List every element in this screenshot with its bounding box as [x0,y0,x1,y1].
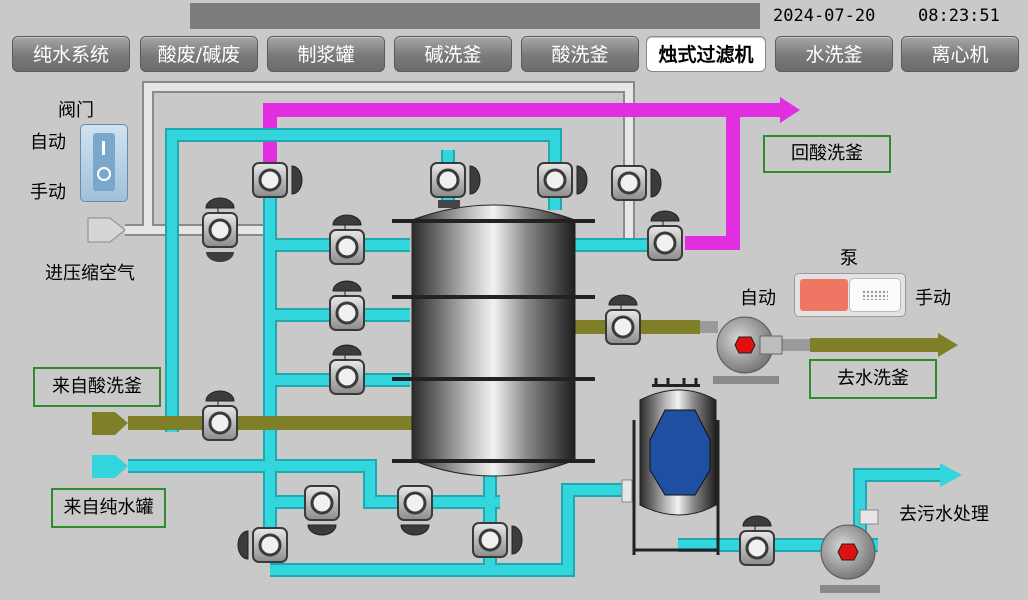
valve-1[interactable] [202,197,238,262]
valve-4[interactable] [537,162,588,198]
transfer-pump [713,316,783,384]
valve-10[interactable] [202,390,238,441]
air-inlet-arrow [87,217,126,243]
from-acid-wash-label: 来自酸洗釜 [33,367,161,407]
valve-13[interactable] [397,485,433,536]
bag-filter [621,378,720,555]
to-water-wash-label: 去水洗釜 [809,359,937,399]
candle-filter-tank [392,200,595,477]
return-acid-wash-label: 回酸洗釜 [763,135,891,173]
valve-5[interactable] [611,165,662,201]
valve-6[interactable] [329,214,365,265]
valve-12[interactable] [304,485,340,536]
valve-11[interactable] [605,294,641,345]
valve-15[interactable] [237,527,288,563]
pump-title: 泵 [840,248,858,269]
acid-wash-inlet-arrow [92,412,128,435]
valve-7[interactable] [329,280,365,331]
pump-toggle-indicator [800,279,848,311]
toggle-indicator [93,133,115,191]
pump-toggle-knob [849,278,901,312]
valve-8[interactable] [329,344,365,395]
waste-outlet-arrow [940,463,962,487]
valve-14[interactable] [472,522,523,558]
pump-mode-toggle[interactable] [794,273,906,317]
pump-auto-label: 自动 [740,288,776,309]
acid-return-arrow [780,97,800,123]
valve-auto-label: 自动 [30,132,66,153]
waste-pump [820,509,880,593]
pure-water-inlet-arrow [92,455,128,478]
water-wash-outlet-arrow [938,333,958,357]
air-inlet-label: 进压缩空气 [45,263,135,284]
valve-mode-toggle[interactable] [80,124,128,202]
valve-manual-label: 手动 [30,182,66,203]
valve-16[interactable] [739,515,775,566]
valve-3[interactable] [430,162,481,198]
to-waste-label: 去污水处理 [899,504,989,525]
valve-2[interactable] [252,162,303,198]
pump-manual-label: 手动 [915,288,951,309]
valve-9[interactable] [647,210,683,261]
valve-title: 阀门 [58,100,94,121]
from-pure-water-label: 来自纯水罐 [51,488,166,528]
